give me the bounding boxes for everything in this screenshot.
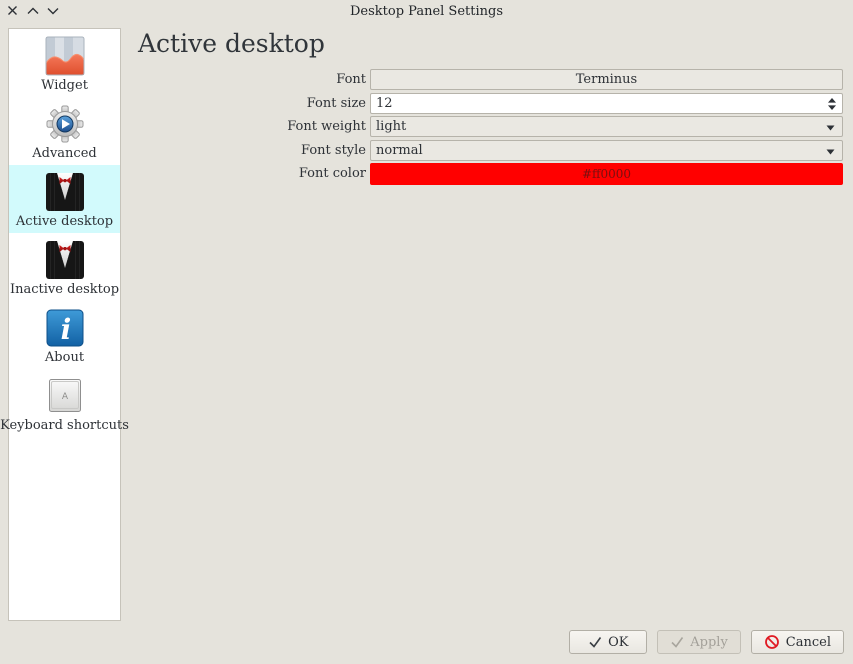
tuxedo-icon (45, 172, 85, 212)
sidebar-item-active-desktop[interactable]: Active desktop (9, 165, 120, 233)
apply-button-label: Apply (690, 635, 728, 650)
font-color-row: Font color #ff0000 (130, 163, 843, 184)
sidebar-item-widget[interactable]: Widget (9, 29, 120, 97)
sidebar-item-label: Widget (41, 78, 88, 94)
keyboard-key-icon: A (45, 376, 85, 416)
no-sign-icon (764, 634, 780, 650)
font-size-value: 12 (376, 96, 393, 111)
font-color-value: #ff0000 (582, 167, 631, 181)
info-icon: i (45, 308, 85, 348)
font-weight-value: light (376, 119, 406, 134)
cancel-button-label: Cancel (786, 635, 831, 650)
font-weight-label: Font weight (130, 119, 370, 134)
svg-text:i: i (60, 313, 71, 346)
page-title: Active desktop (138, 29, 325, 58)
ok-button[interactable]: OK (569, 630, 647, 654)
desktop-panel-settings-window: Desktop Panel Settings (0, 0, 853, 664)
sidebar-item-about[interactable]: i About (9, 301, 120, 369)
tuxedo-icon (45, 240, 85, 280)
font-style-row: Font style normal (130, 140, 843, 161)
font-size-spinner[interactable]: 12 (370, 93, 843, 114)
sidebar-item-label: Advanced (32, 146, 96, 162)
font-style-label: Font style (130, 143, 370, 158)
sidebar: Widget (8, 28, 121, 621)
sidebar-item-label: Inactive desktop (10, 282, 119, 298)
font-size-row: Font size 12 (130, 93, 843, 114)
font-value: Terminus (576, 72, 637, 87)
check-icon (588, 636, 602, 648)
svg-text:A: A (61, 392, 68, 402)
gear-icon (45, 104, 85, 144)
font-color-button[interactable]: #ff0000 (370, 163, 843, 185)
ok-button-label: OK (608, 635, 628, 650)
sidebar-item-advanced[interactable]: Advanced (9, 97, 120, 165)
dialog-footer: OK Apply Cancel (569, 630, 844, 654)
sidebar-item-keyboard-shortcuts[interactable]: A Keyboard shortcuts (9, 369, 120, 437)
widget-chart-icon (45, 36, 85, 76)
chevron-down-icon (826, 125, 835, 131)
settings-form: Font Terminus Font size 12 Font weight l… (130, 69, 843, 187)
font-weight-row: Font weight light (130, 116, 843, 137)
apply-button[interactable]: Apply (657, 630, 741, 654)
sidebar-item-label: About (45, 350, 84, 366)
spinner-arrows-icon[interactable] (827, 97, 837, 111)
chevron-down-icon (826, 149, 835, 155)
font-chooser-button[interactable]: Terminus (370, 69, 843, 90)
font-label: Font (130, 72, 370, 87)
font-size-label: Font size (130, 96, 370, 111)
font-color-label: Font color (130, 166, 370, 181)
font-row: Font Terminus (130, 69, 843, 90)
window-title: Desktop Panel Settings (0, 4, 853, 19)
sidebar-item-label: Active desktop (16, 214, 113, 230)
font-weight-dropdown[interactable]: light (370, 116, 843, 137)
font-style-value: normal (376, 143, 423, 158)
sidebar-item-inactive-desktop[interactable]: Inactive desktop (9, 233, 120, 301)
titlebar: Desktop Panel Settings (0, 0, 853, 24)
cancel-button[interactable]: Cancel (751, 630, 844, 654)
check-icon (670, 636, 684, 648)
font-style-dropdown[interactable]: normal (370, 140, 843, 161)
sidebar-item-label: Keyboard shortcuts (0, 418, 129, 434)
